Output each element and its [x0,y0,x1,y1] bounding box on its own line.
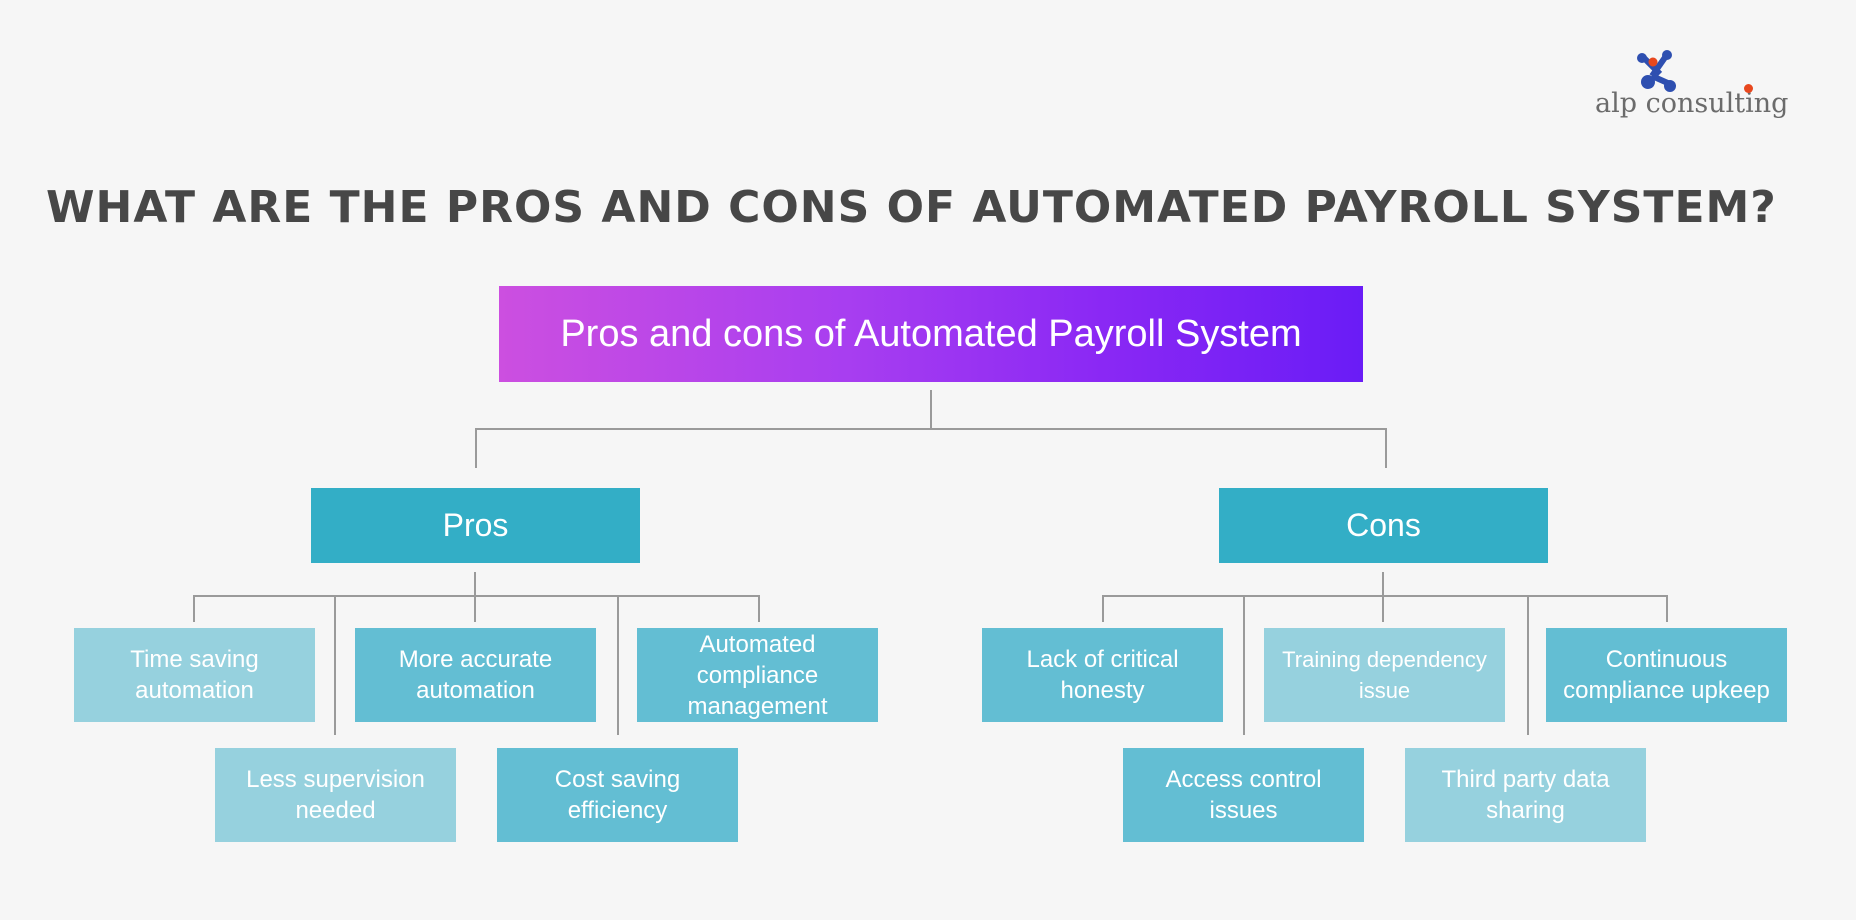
connector-cons-1 [1102,595,1104,622]
connector-cons-3 [1382,595,1384,622]
cons-item: Third party data sharing [1405,748,1646,842]
connector-pros-5 [758,595,760,622]
cons-item: Training dependency issue [1264,628,1505,722]
cons-node: Cons [1219,488,1548,563]
connector-pros-4 [617,595,619,735]
connector-pros-bar [193,595,760,597]
pros-item: More accurate automation [355,628,596,722]
brand-logo: alp consulting [1590,48,1810,128]
connector-cons-4 [1527,595,1529,735]
connector-cons-drop [1385,428,1387,468]
pros-item: Less supervision needed [215,748,456,842]
pros-node: Pros [311,488,640,563]
page-title: WHAT ARE THE PROS AND CONS OF AUTOMATED … [46,182,1777,233]
pros-item: Cost saving efficiency [497,748,738,842]
cons-item: Access control issues [1123,748,1364,842]
connector-cons-bar [1102,595,1668,597]
connector-pros-2 [334,595,336,735]
connector-root-stem [930,390,932,430]
connector-root-bar [475,428,1387,430]
brand-name: alp consulting [1595,88,1789,119]
connector-cons-5 [1666,595,1668,622]
cons-item: Continuous compliance upkeep [1546,628,1787,722]
root-node: Pros and cons of Automated Payroll Syste… [499,286,1363,382]
connector-pros-drop [475,428,477,468]
connector-cons-2 [1243,595,1245,735]
brand-dot-icon [1744,84,1753,93]
connector-pros-stem [474,572,476,597]
pros-item: Time saving automation [74,628,315,722]
connector-pros-1 [193,595,195,622]
pros-item: Automated compliance management [637,628,878,722]
connector-cons-stem [1382,572,1384,597]
cons-item: Lack of critical honesty [982,628,1223,722]
connector-pros-3 [474,595,476,622]
